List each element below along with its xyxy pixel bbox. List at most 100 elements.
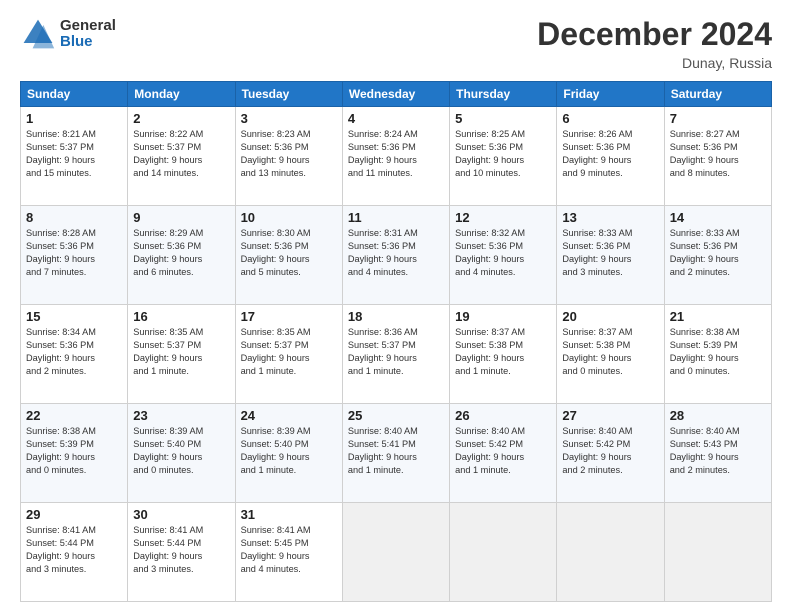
header-right: December 2024 Dunay, Russia	[537, 16, 772, 71]
table-row: 7 Sunrise: 8:27 AM Sunset: 5:36 PM Daylig…	[664, 107, 771, 206]
table-row	[342, 503, 449, 602]
day-number: 31	[241, 507, 337, 522]
table-row: 26 Sunrise: 8:40 AM Sunset: 5:42 PM Dayli…	[450, 404, 557, 503]
day-detail: Sunrise: 8:35 AM Sunset: 5:37 PM Dayligh…	[133, 326, 229, 378]
day-number: 8	[26, 210, 122, 225]
table-row: 25 Sunrise: 8:40 AM Sunset: 5:41 PM Dayli…	[342, 404, 449, 503]
day-number: 29	[26, 507, 122, 522]
day-detail: Sunrise: 8:38 AM Sunset: 5:39 PM Dayligh…	[26, 425, 122, 477]
day-detail: Sunrise: 8:41 AM Sunset: 5:44 PM Dayligh…	[133, 524, 229, 576]
day-number: 2	[133, 111, 229, 126]
day-detail: Sunrise: 8:22 AM Sunset: 5:37 PM Dayligh…	[133, 128, 229, 180]
day-number: 13	[562, 210, 658, 225]
month-title: December 2024	[537, 16, 772, 53]
location: Dunay, Russia	[537, 55, 772, 71]
table-row: 19 Sunrise: 8:37 AM Sunset: 5:38 PM Dayli…	[450, 305, 557, 404]
table-row: 10 Sunrise: 8:30 AM Sunset: 5:36 PM Dayli…	[235, 206, 342, 305]
table-row: 31 Sunrise: 8:41 AM Sunset: 5:45 PM Dayli…	[235, 503, 342, 602]
day-detail: Sunrise: 8:27 AM Sunset: 5:36 PM Dayligh…	[670, 128, 766, 180]
day-number: 25	[348, 408, 444, 423]
day-number: 21	[670, 309, 766, 324]
day-number: 22	[26, 408, 122, 423]
day-detail: Sunrise: 8:39 AM Sunset: 5:40 PM Dayligh…	[133, 425, 229, 477]
table-row	[664, 503, 771, 602]
table-row: 9 Sunrise: 8:29 AM Sunset: 5:36 PM Daylig…	[128, 206, 235, 305]
table-row: 27 Sunrise: 8:40 AM Sunset: 5:42 PM Dayli…	[557, 404, 664, 503]
day-detail: Sunrise: 8:40 AM Sunset: 5:42 PM Dayligh…	[455, 425, 551, 477]
table-row: 5 Sunrise: 8:25 AM Sunset: 5:36 PM Daylig…	[450, 107, 557, 206]
table-row: 18Sunrise: 8:36 AM Sunset: 5:37 PM Dayli…	[342, 305, 449, 404]
day-detail: Sunrise: 8:40 AM Sunset: 5:43 PM Dayligh…	[670, 425, 766, 477]
table-row: 22 Sunrise: 8:38 AM Sunset: 5:39 PM Dayli…	[21, 404, 128, 503]
day-detail: Sunrise: 8:32 AM Sunset: 5:36 PM Dayligh…	[455, 227, 551, 279]
day-number: 20	[562, 309, 658, 324]
day-number: 9	[133, 210, 229, 225]
table-row: 14 Sunrise: 8:33 AM Sunset: 5:36 PM Dayli…	[664, 206, 771, 305]
table-row: 15 Sunrise: 8:34 AM Sunset: 5:36 PM Dayli…	[21, 305, 128, 404]
logo-blue-text: Blue	[60, 34, 116, 51]
day-detail: Sunrise: 8:34 AM Sunset: 5:36 PM Dayligh…	[26, 326, 122, 378]
day-number: 19	[455, 309, 551, 324]
day-number: 23	[133, 408, 229, 423]
day-number: 10	[241, 210, 337, 225]
page: General Blue December 2024 Dunay, Russia…	[0, 0, 792, 612]
day-detail: Sunrise: 8:39 AM Sunset: 5:40 PM Dayligh…	[241, 425, 337, 477]
day-detail: Sunrise: 8:31 AM Sunset: 5:36 PM Dayligh…	[348, 227, 444, 279]
table-row: 3Sunrise: 8:23 AM Sunset: 5:36 PM Daylig…	[235, 107, 342, 206]
header-row: Sunday Monday Tuesday Wednesday Thursday…	[21, 82, 772, 107]
table-row: 23 Sunrise: 8:39 AM Sunset: 5:40 PM Dayli…	[128, 404, 235, 503]
col-saturday: Saturday	[664, 82, 771, 107]
table-row: 4 Sunrise: 8:24 AM Sunset: 5:36 PM Daylig…	[342, 107, 449, 206]
table-row: 20 Sunrise: 8:37 AM Sunset: 5:38 PM Dayli…	[557, 305, 664, 404]
day-number: 14	[670, 210, 766, 225]
day-number: 26	[455, 408, 551, 423]
day-detail: Sunrise: 8:40 AM Sunset: 5:42 PM Dayligh…	[562, 425, 658, 477]
day-detail: Sunrise: 8:24 AM Sunset: 5:36 PM Dayligh…	[348, 128, 444, 180]
day-detail: Sunrise: 8:37 AM Sunset: 5:38 PM Dayligh…	[455, 326, 551, 378]
day-number: 5	[455, 111, 551, 126]
day-detail: Sunrise: 8:28 AM Sunset: 5:36 PM Dayligh…	[26, 227, 122, 279]
day-detail: Sunrise: 8:33 AM Sunset: 5:36 PM Dayligh…	[562, 227, 658, 279]
day-number: 1	[26, 111, 122, 126]
col-sunday: Sunday	[21, 82, 128, 107]
day-detail: Sunrise: 8:41 AM Sunset: 5:45 PM Dayligh…	[241, 524, 337, 576]
table-row: 21 Sunrise: 8:38 AM Sunset: 5:39 PM Dayli…	[664, 305, 771, 404]
day-detail: Sunrise: 8:25 AM Sunset: 5:36 PM Dayligh…	[455, 128, 551, 180]
day-detail: Sunrise: 8:30 AM Sunset: 5:36 PM Dayligh…	[241, 227, 337, 279]
calendar-header: Sunday Monday Tuesday Wednesday Thursday…	[21, 82, 772, 107]
day-detail: Sunrise: 8:29 AM Sunset: 5:36 PM Dayligh…	[133, 227, 229, 279]
table-row: 12Sunrise: 8:32 AM Sunset: 5:36 PM Dayli…	[450, 206, 557, 305]
table-row: 13 Sunrise: 8:33 AM Sunset: 5:36 PM Dayli…	[557, 206, 664, 305]
col-wednesday: Wednesday	[342, 82, 449, 107]
day-number: 15	[26, 309, 122, 324]
logo-icon	[20, 16, 56, 52]
col-thursday: Thursday	[450, 82, 557, 107]
day-number: 4	[348, 111, 444, 126]
day-detail: Sunrise: 8:26 AM Sunset: 5:36 PM Dayligh…	[562, 128, 658, 180]
day-detail: Sunrise: 8:40 AM Sunset: 5:41 PM Dayligh…	[348, 425, 444, 477]
table-row: 1Sunrise: 8:21 AM Sunset: 5:37 PM Daylig…	[21, 107, 128, 206]
day-number: 24	[241, 408, 337, 423]
day-detail: Sunrise: 8:37 AM Sunset: 5:38 PM Dayligh…	[562, 326, 658, 378]
day-number: 11	[348, 210, 444, 225]
day-number: 18	[348, 309, 444, 324]
day-detail: Sunrise: 8:35 AM Sunset: 5:37 PM Dayligh…	[241, 326, 337, 378]
day-detail: Sunrise: 8:33 AM Sunset: 5:36 PM Dayligh…	[670, 227, 766, 279]
table-row: 29 Sunrise: 8:41 AM Sunset: 5:44 PM Dayli…	[21, 503, 128, 602]
header: General Blue December 2024 Dunay, Russia	[20, 16, 772, 71]
table-row: 24 Sunrise: 8:39 AM Sunset: 5:40 PM Dayli…	[235, 404, 342, 503]
day-number: 16	[133, 309, 229, 324]
day-number: 27	[562, 408, 658, 423]
day-number: 28	[670, 408, 766, 423]
table-row	[450, 503, 557, 602]
day-detail: Sunrise: 8:23 AM Sunset: 5:36 PM Dayligh…	[241, 128, 337, 180]
day-detail: Sunrise: 8:41 AM Sunset: 5:44 PM Dayligh…	[26, 524, 122, 576]
day-detail: Sunrise: 8:38 AM Sunset: 5:39 PM Dayligh…	[670, 326, 766, 378]
col-monday: Monday	[128, 82, 235, 107]
table-row: 30Sunrise: 8:41 AM Sunset: 5:44 PM Dayli…	[128, 503, 235, 602]
table-row: 8 Sunrise: 8:28 AM Sunset: 5:36 PM Daylig…	[21, 206, 128, 305]
day-number: 7	[670, 111, 766, 126]
logo-text: General Blue	[60, 18, 116, 51]
table-row	[557, 503, 664, 602]
calendar-table: Sunday Monday Tuesday Wednesday Thursday…	[20, 81, 772, 602]
